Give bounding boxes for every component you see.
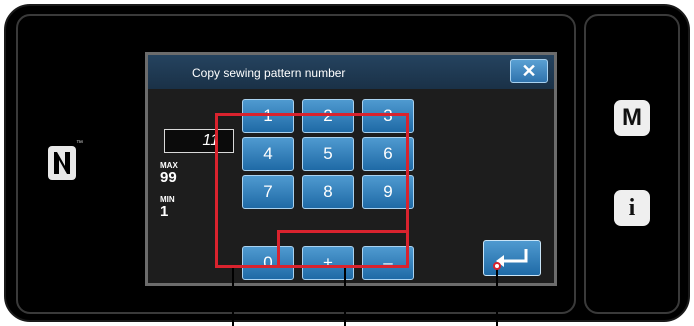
plus-minus-highlight: [277, 230, 409, 268]
enter-icon: [496, 249, 528, 267]
nfc-icon: [48, 146, 76, 180]
info-button[interactable]: i: [614, 190, 650, 226]
callout-line-keypad: [232, 268, 234, 326]
side-panel: M i: [584, 14, 680, 314]
max-value: 99: [160, 169, 177, 186]
mode-button[interactable]: M: [614, 100, 650, 136]
dialog-title: Copy sewing pattern number: [192, 66, 346, 80]
trademark-mark: ™: [76, 140, 83, 147]
dialog-title-bar: Copy sewing pattern number ✕: [148, 55, 554, 89]
enter-callout-dot: [493, 262, 501, 270]
close-button[interactable]: ✕: [510, 59, 548, 83]
enter-button[interactable]: [483, 240, 541, 276]
close-icon: ✕: [521, 61, 537, 81]
callout-line-enter: [496, 268, 498, 326]
min-value: 1: [160, 203, 169, 220]
callout-line-plus-minus: [344, 268, 346, 326]
